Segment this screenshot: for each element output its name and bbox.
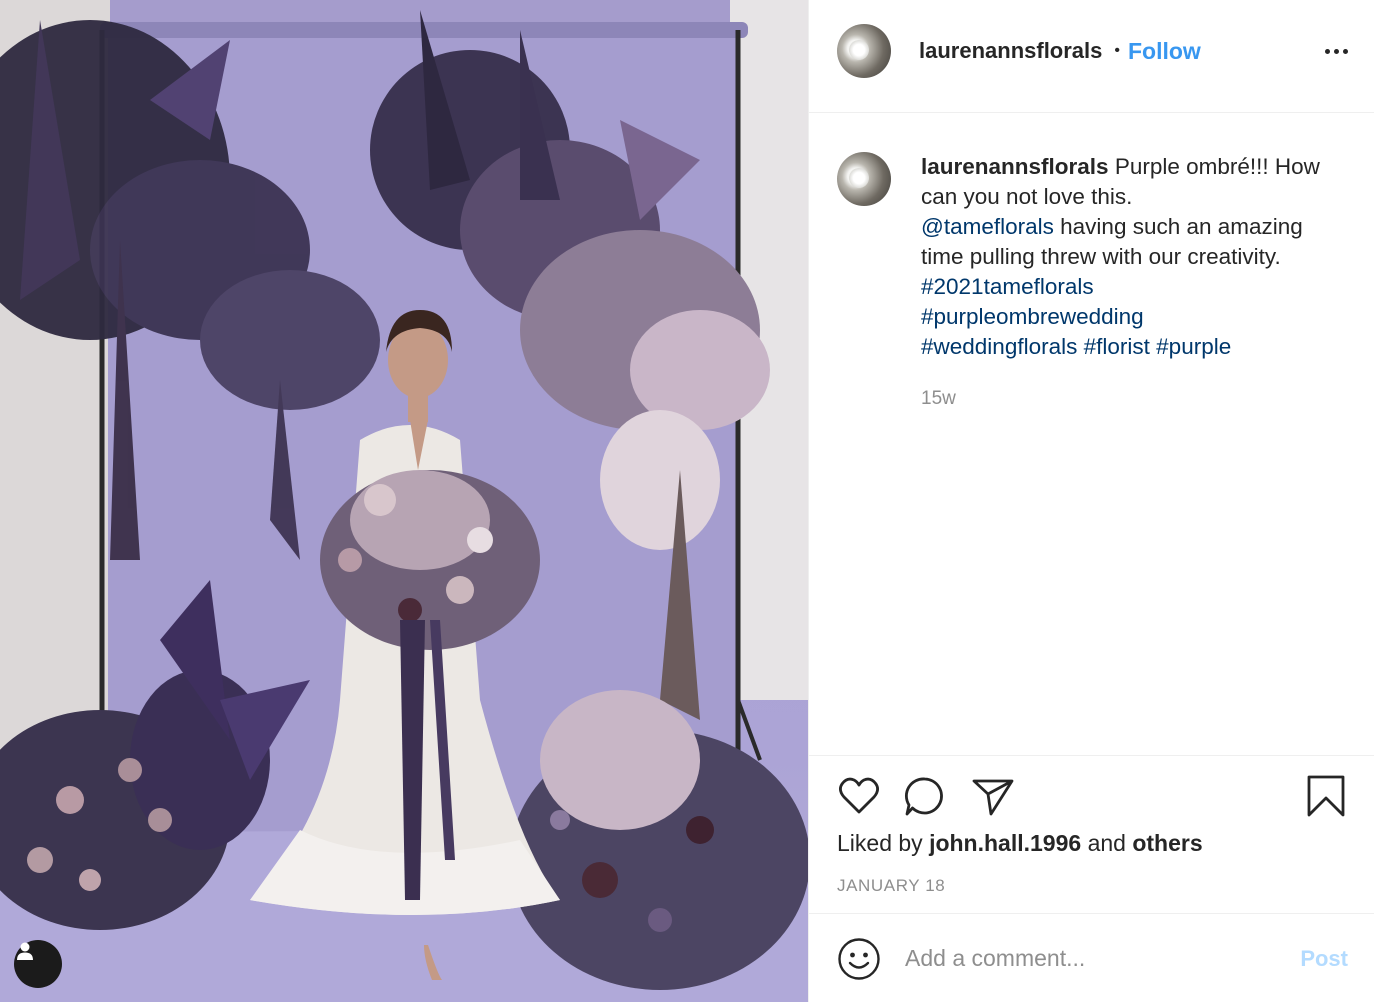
- post-actions: Liked by john.hall.1996 and others JANUA…: [809, 755, 1374, 914]
- hashtag-link[interactable]: #purple: [1156, 334, 1231, 359]
- tagged-users-button[interactable]: [14, 940, 62, 988]
- hashtag-link[interactable]: #2021tameflorals: [921, 274, 1094, 299]
- more-dot-icon: [1325, 48, 1330, 54]
- caption-mention-link[interactable]: @tameflorals: [921, 214, 1054, 239]
- post-photo[interactable]: [0, 0, 808, 1002]
- post-details-panel: laurenannsflorals • Follow laurenannsflo…: [808, 0, 1374, 1002]
- instagram-post: laurenannsflorals • Follow laurenannsflo…: [0, 0, 1374, 1002]
- hashtag-link[interactable]: #purpleombrewedding: [921, 304, 1144, 329]
- action-bar: [837, 774, 1346, 820]
- likes-others-link[interactable]: others: [1132, 830, 1202, 856]
- comment-input[interactable]: [905, 945, 1291, 972]
- profile-avatar[interactable]: [837, 24, 891, 78]
- hashtag-link[interactable]: #weddingflorals: [921, 334, 1077, 359]
- more-options-button[interactable]: [1325, 48, 1348, 54]
- more-dot-icon: [1343, 48, 1348, 54]
- likes-middle: and: [1087, 830, 1126, 856]
- comment-icon[interactable]: [903, 774, 947, 818]
- photo-illustration: [0, 0, 808, 1002]
- foliage-bottom-right: [510, 690, 808, 990]
- caption-timestamp[interactable]: 15w: [921, 384, 1350, 414]
- caption-username[interactable]: laurenannsflorals: [921, 154, 1109, 179]
- likes-summary: Liked by john.hall.1996 and others: [837, 830, 1203, 857]
- post-header: laurenannsflorals • Follow: [809, 0, 1374, 113]
- bookmark-icon[interactable]: [1306, 774, 1346, 818]
- heart-icon[interactable]: [837, 774, 881, 818]
- caption-block: laurenannsflorals Purple ombré!!! How ca…: [837, 152, 1350, 414]
- header-username[interactable]: laurenannsflorals: [919, 38, 1102, 64]
- post-comment-button[interactable]: Post: [1300, 946, 1348, 972]
- post-date[interactable]: JANUARY 18: [837, 876, 945, 896]
- liked-by-user-link[interactable]: john.hall.1996: [929, 830, 1081, 856]
- caption-avatar[interactable]: [837, 152, 891, 206]
- more-dot-icon: [1334, 48, 1339, 54]
- caption-text: laurenannsflorals Purple ombré!!! How ca…: [921, 152, 1350, 414]
- neck: [408, 392, 428, 422]
- smiley-icon[interactable]: [837, 937, 881, 981]
- likes-prefix: Liked by: [837, 830, 923, 856]
- separator-dot: •: [1114, 42, 1120, 59]
- follow-button[interactable]: Follow: [1128, 38, 1201, 65]
- hashtag-link[interactable]: #florist: [1084, 334, 1150, 359]
- comment-bar: Post: [809, 913, 1374, 1003]
- user-icon: [17, 942, 33, 960]
- share-icon[interactable]: [971, 774, 1015, 818]
